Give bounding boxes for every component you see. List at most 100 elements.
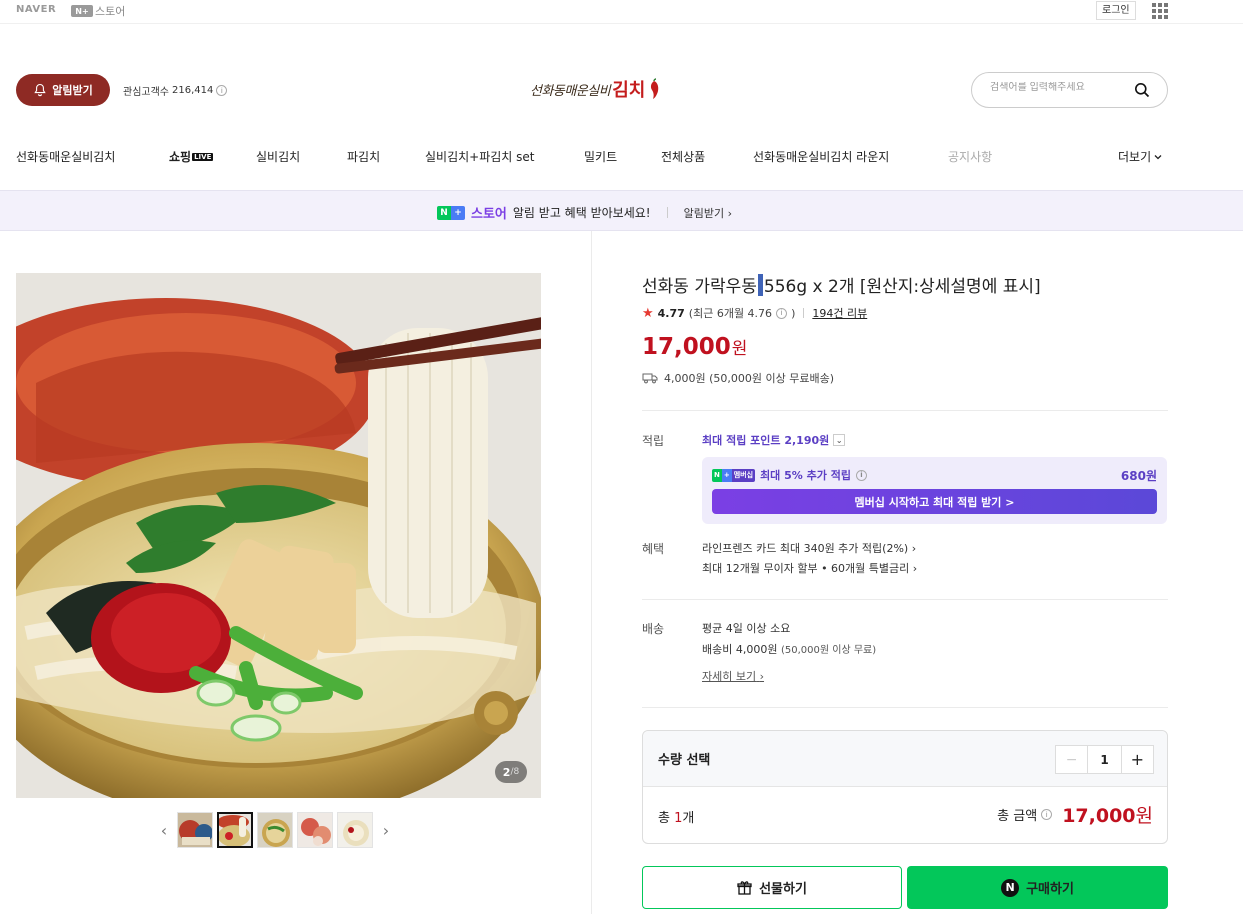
quantity-decrease-button[interactable]: − xyxy=(1056,746,1089,773)
banner-content: N + 스토어 알림 받고 혜택 받아보세요! 알림받기 › xyxy=(437,203,732,222)
notification-banner: N + 스토어 알림 받고 혜택 받아보세요! 알림받기 › xyxy=(0,190,1243,231)
nav-more-button[interactable]: 더보기 xyxy=(1118,148,1162,165)
installment-benefit-link[interactable]: 최대 12개월 무이자 할부 • 60개월 특별금리 › xyxy=(702,560,917,576)
shipping-details-link[interactable]: 자세히 보기 › xyxy=(702,668,764,684)
shipping-label: 배송 xyxy=(642,622,665,636)
buy-button-label: 구매하기 xyxy=(1026,882,1074,897)
apps-grid-icon[interactable] xyxy=(1152,3,1168,19)
banner-divider xyxy=(666,207,668,218)
interest-label: 관심고객수 xyxy=(123,87,169,98)
brand-logo-text: 선화동매운실비 xyxy=(530,83,611,99)
chevron-right-icon: › xyxy=(911,542,917,555)
search-icon[interactable] xyxy=(1134,82,1150,98)
product-main-image[interactable] xyxy=(16,273,541,798)
category-nav: 선화동매운실비김치 쇼핑 LIVE 실비김치 파김치 실비김치+파김치 set 밀… xyxy=(0,148,1243,168)
max-points-row[interactable]: 최대 적립 포인트 2,190원 ⌄ xyxy=(702,432,846,448)
membership-row: N + 멤버십 최대 5% 추가 적립 i xyxy=(712,467,867,483)
thumbnail-2[interactable] xyxy=(217,812,253,848)
thumbnail-4[interactable] xyxy=(297,812,333,848)
nav-item-pa-kimchi[interactable]: 파김치 xyxy=(347,148,380,165)
search-input[interactable] xyxy=(990,82,1130,93)
total-price-number: 17,000 xyxy=(1062,805,1136,827)
max-points-text: 최대 적립 포인트 2,190원 xyxy=(702,434,830,447)
interest-count: 216,414 xyxy=(172,85,214,96)
membership-box: N + 멤버십 최대 5% 추가 적립 i 680원 멤버십 시작하고 최대 적립 … xyxy=(702,457,1167,524)
top-utility-bar: NAVER N+ 스토어 로그인 xyxy=(0,0,1243,24)
nav-item-silbi-kimchi[interactable]: 실비김치 xyxy=(256,148,300,165)
rating-recent-close: ) xyxy=(791,306,796,320)
naver-plus-store-label: 스토어 xyxy=(95,5,126,18)
banner-subscribe-link[interactable]: 알림받기 › xyxy=(684,205,732,221)
thumbnail-strip: ‹ › xyxy=(155,812,395,848)
thumbnail-prev-icon[interactable]: ‹ xyxy=(155,821,173,840)
installment-benefit-text: 최대 12개월 무이자 할부 • 60개월 특별금리 xyxy=(702,562,910,575)
review-count-link[interactable]: 194건 리뷰 xyxy=(812,305,867,321)
gift-button[interactable]: 선물하기 xyxy=(642,866,902,909)
nav-item-set[interactable]: 실비김치+파김치 set xyxy=(425,148,535,165)
rating-recent: (최근 6개월 4.76 xyxy=(688,307,773,320)
bell-plus-icon xyxy=(34,83,46,97)
quantity-increase-button[interactable]: + xyxy=(1120,746,1153,773)
membership-info-icon[interactable]: i xyxy=(855,469,867,481)
chevron-right-icon: › xyxy=(912,562,918,575)
total-count-suffix: 개 xyxy=(682,811,695,826)
section-divider xyxy=(642,599,1168,600)
brand-logo[interactable]: 선화동매운실비 김치 xyxy=(530,76,661,102)
shipping-fee-row: 4,000원 (50,000원 이상 무료배송) xyxy=(642,370,834,386)
card-benefit-link[interactable]: 라인프렌즈 카드 최대 340원 추가 적립(2%) › xyxy=(702,540,916,556)
shipping-fee-text: 4,000원 (50,000원 이상 무료배송) xyxy=(664,372,835,385)
thumbnail-5[interactable] xyxy=(337,812,373,848)
info-icon[interactable]: i xyxy=(216,85,228,96)
thumbnail-next-icon[interactable]: › xyxy=(377,821,395,840)
price-currency: 원 xyxy=(731,339,748,359)
thumbnail-3[interactable] xyxy=(257,812,293,848)
section-divider xyxy=(642,410,1168,411)
gift-button-label: 선물하기 xyxy=(759,882,807,897)
nav-item-shopping-live[interactable]: 쇼핑 LIVE xyxy=(169,148,214,165)
rating-score: 4.77 xyxy=(657,306,685,320)
naver-logo[interactable]: NAVER xyxy=(16,4,56,15)
card-benefit-text: 라인프렌즈 카드 최대 340원 추가 적립(2%) xyxy=(702,542,909,555)
banner-message: 알림 받고 혜택 받아보세요! xyxy=(512,206,651,220)
thumbnail-1[interactable] xyxy=(177,812,213,848)
notify-subscribe-button[interactable]: 알림받기 xyxy=(16,74,110,106)
total-price-amount: 17,000원 xyxy=(1062,801,1153,828)
naver-plus-logo-icon: N + xyxy=(437,205,465,220)
pepper-logo-icon xyxy=(651,78,659,99)
banner-link-label: 알림받기 xyxy=(683,206,725,220)
rating-info-icon[interactable]: i xyxy=(776,307,788,319)
search-box xyxy=(971,72,1168,108)
quantity-value[interactable]: 1 xyxy=(1088,746,1120,773)
buy-button[interactable]: N 구매하기 xyxy=(907,866,1168,909)
nav-item-all-products[interactable]: 전체상품 xyxy=(661,148,705,165)
nav-item-shopping-label: 쇼핑 xyxy=(169,150,192,164)
nav-item-meal-kit[interactable]: 밀키트 xyxy=(584,148,617,165)
naver-pay-icon: N xyxy=(1001,878,1020,897)
section-divider xyxy=(642,707,1168,708)
gift-icon xyxy=(737,881,752,895)
product-title: 선화동 가락우동 556g x 2개 [원산지:상세설명에 표시] xyxy=(642,272,1041,297)
naver-plus-store-link[interactable]: N+ 스토어 xyxy=(71,3,125,19)
membership-start-button[interactable]: 멤버십 시작하고 최대 적립 받기 > xyxy=(712,489,1157,514)
shipping-cost-main: 배송비 4,000원 xyxy=(702,643,778,656)
text-cursor-highlight xyxy=(757,274,763,296)
total-count: 총 1개 xyxy=(658,807,694,826)
chevron-right-icon: › xyxy=(727,206,732,220)
chevron-down-icon: ⌄ xyxy=(833,434,846,446)
membership-extra-text: 최대 5% 추가 적립 xyxy=(760,469,851,482)
quantity-title: 수량 선택 xyxy=(658,753,711,768)
nav-item-lounge[interactable]: 선화동매운실비김치 라운지 xyxy=(753,148,889,165)
image-counter: 2/8 xyxy=(495,761,527,783)
star-icon: ★ xyxy=(642,305,654,321)
udon-photo xyxy=(16,273,541,798)
nav-item-home[interactable]: 선화동매운실비김치 xyxy=(16,148,115,165)
interest-customers: 관심고객수 216,414 i xyxy=(123,83,228,98)
login-button[interactable]: 로그인 xyxy=(1096,1,1136,20)
nav-item-notice[interactable]: 공지사항 xyxy=(948,148,992,165)
total-count-prefix: 총 xyxy=(658,811,675,826)
total-info-icon[interactable]: i xyxy=(1041,809,1053,820)
quantity-box: 수량 선택 − 1 + 총 1개 총 금액 i 17,000원 xyxy=(642,730,1168,844)
naver-plus-membership-badge-icon: N + 멤버십 xyxy=(712,468,756,482)
shipping-details-label: 자세히 보기 xyxy=(702,670,757,683)
brand-logo-kimchi: 김치 xyxy=(612,80,646,101)
